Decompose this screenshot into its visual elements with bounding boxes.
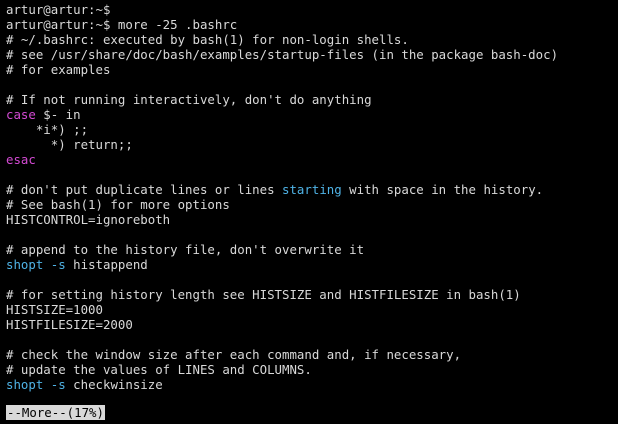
terminal-text-segment: with space in the history. bbox=[341, 182, 544, 197]
terminal-line: # don't put duplicate lines or lines sta… bbox=[6, 182, 618, 197]
terminal-line: # ~/.bashrc: executed by bash(1) for non… bbox=[6, 32, 618, 47]
terminal-line: artur@artur:~$ bbox=[6, 2, 618, 17]
terminal-line: *i*) ;; bbox=[6, 122, 618, 137]
terminal-text-segment: # See bash(1) for more options bbox=[6, 197, 230, 212]
terminal-text-segment: shopt -s bbox=[6, 257, 66, 272]
terminal-line: HISTFILESIZE=2000 bbox=[6, 317, 618, 332]
terminal-text-segment: $- in bbox=[35, 107, 81, 122]
terminal-text-segment: *i*) ;; bbox=[6, 122, 89, 137]
terminal-text-segment: case bbox=[6, 107, 36, 122]
terminal-line: HISTCONTROL=ignoreboth bbox=[6, 212, 618, 227]
terminal-line: shopt -s checkwinsize bbox=[6, 377, 618, 392]
terminal-line: # check the window size after each comma… bbox=[6, 347, 618, 362]
terminal-text-segment: # see /usr/share/doc/bash/examples/start… bbox=[6, 47, 559, 62]
terminal-text-segment: # If not running interactively, don't do… bbox=[6, 92, 372, 107]
terminal-text-segment: # for setting history length see HISTSIZ… bbox=[6, 287, 521, 302]
terminal-line: esac bbox=[6, 152, 618, 167]
terminal-text-segment: artur@artur:~$ bbox=[6, 2, 111, 17]
terminal-text-segment: # update the values of LINES and COLUMNS… bbox=[6, 362, 312, 377]
terminal-text-segment: histappend bbox=[65, 257, 148, 272]
terminal-line: # See bash(1) for more options bbox=[6, 197, 618, 212]
terminal-text-segment: HISTFILESIZE=2000 bbox=[6, 317, 133, 332]
terminal-line: HISTSIZE=1000 bbox=[6, 302, 618, 317]
terminal-line: # see /usr/share/doc/bash/examples/start… bbox=[6, 47, 618, 62]
terminal-output: artur@artur:~$ artur@artur:~$ more -25 .b… bbox=[6, 2, 618, 407]
terminal-text-segment: # ~/.bashrc: executed by bash(1) for non… bbox=[6, 32, 409, 47]
terminal-line: artur@artur:~$ more -25 .bashrc bbox=[6, 17, 618, 32]
terminal-line: # for examples bbox=[6, 62, 618, 77]
terminal-text-segment: # for examples bbox=[6, 62, 111, 77]
terminal-line: *) return;; bbox=[6, 137, 618, 152]
terminal-text-segment: # check the window size after each comma… bbox=[6, 347, 462, 362]
terminal-text-segment: artur@artur:~$ more -25 .bashrc bbox=[6, 17, 238, 32]
terminal-window[interactable]: artur@artur:~$ artur@artur:~$ more -25 .b… bbox=[0, 0, 618, 424]
terminal-text-segment: # append to the history file, don't over… bbox=[6, 242, 365, 257]
more-pager-prompt[interactable]: --More--(17%) bbox=[6, 405, 105, 420]
terminal-text-segment: # don't put duplicate lines or lines bbox=[6, 182, 283, 197]
terminal-text-segment: esac bbox=[6, 152, 36, 167]
terminal-text-segment: shopt -s bbox=[6, 377, 66, 392]
terminal-line: # for setting history length see HISTSIZ… bbox=[6, 287, 618, 302]
terminal-text-segment: checkwinsize bbox=[65, 377, 163, 392]
terminal-line: # append to the history file, don't over… bbox=[6, 242, 618, 257]
terminal-text-segment: starting bbox=[282, 182, 342, 197]
terminal-line: # If not running interactively, don't do… bbox=[6, 92, 618, 107]
terminal-text-segment: *) return;; bbox=[6, 137, 133, 152]
terminal-text-segment: HISTSIZE=1000 bbox=[6, 302, 103, 317]
terminal-text-segment: HISTCONTROL=ignoreboth bbox=[6, 212, 171, 227]
terminal-line: shopt -s histappend bbox=[6, 257, 618, 272]
terminal-line: # update the values of LINES and COLUMNS… bbox=[6, 362, 618, 377]
terminal-line: case $- in bbox=[6, 107, 618, 122]
